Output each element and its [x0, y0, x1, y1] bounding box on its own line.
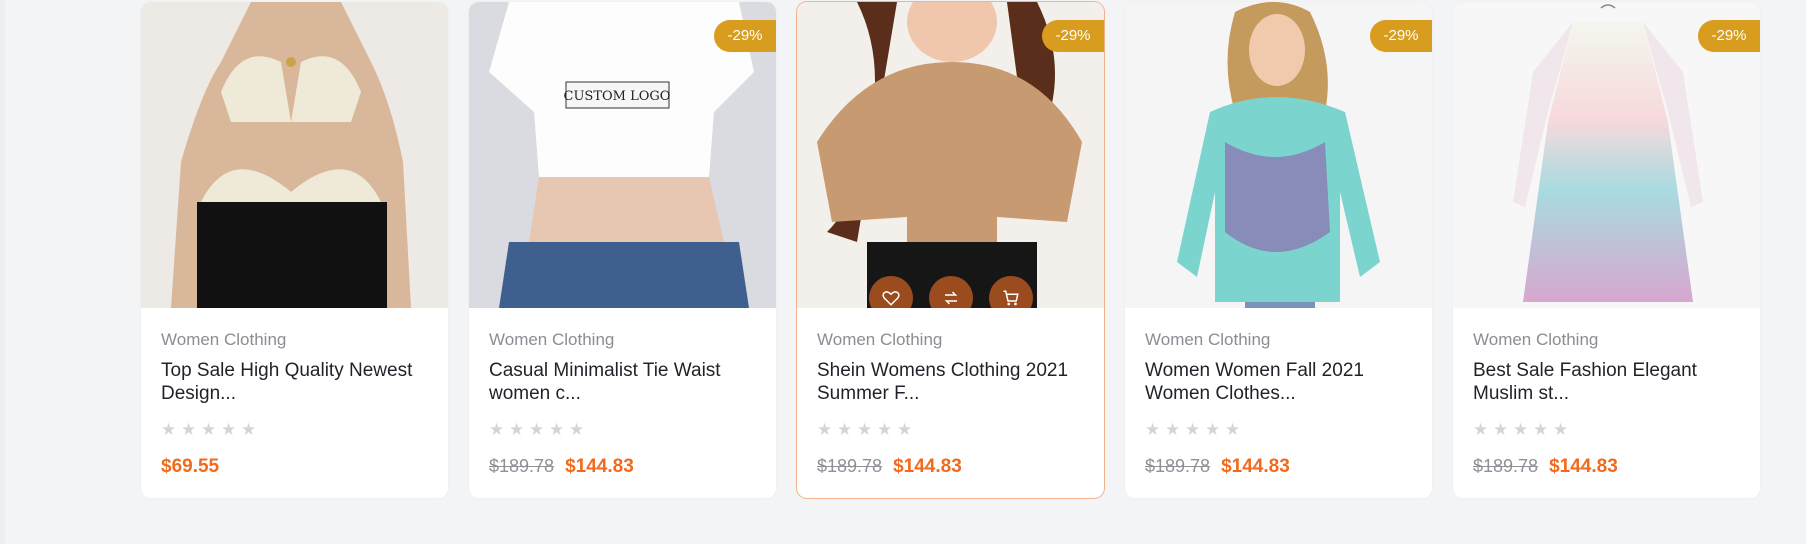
discount-badge: -29% [1370, 20, 1432, 52]
star-icon: ★ [1473, 420, 1489, 439]
star-icon: ★ [1185, 420, 1201, 439]
rating-stars: ★ ★ ★ ★ ★ [1145, 421, 1412, 439]
product-card[interactable]: Women Clothing Top Sale High Quality New… [141, 2, 448, 498]
star-icon: ★ [241, 420, 257, 439]
discount-badge: -29% [714, 20, 776, 52]
star-icon: ★ [1493, 420, 1509, 439]
compare-button[interactable] [929, 276, 973, 308]
price-row: $189.78 $144.83 [817, 456, 1084, 478]
star-icon: ★ [201, 420, 217, 439]
star-icon: ★ [837, 420, 853, 439]
rating-stars: ★ ★ ★ ★ ★ [161, 421, 428, 439]
product-category[interactable]: Women Clothing [817, 328, 1084, 352]
wishlist-button[interactable] [869, 276, 913, 308]
left-edge [0, 0, 5, 544]
star-icon: ★ [897, 420, 913, 439]
product-title[interactable]: Women Women Fall 2021 Women Clothes... [1145, 359, 1412, 405]
product-title-line: Women Clothes... [1145, 383, 1296, 404]
product-title[interactable]: Top Sale High Quality Newest Design... [161, 359, 428, 405]
product-image[interactable] [141, 2, 448, 308]
cart-icon [1003, 290, 1019, 306]
product-card[interactable]: -29% Women Clothing Shein Womens Clothin… [797, 2, 1104, 498]
product-title-line: Muslim st... [1473, 383, 1570, 404]
product-title[interactable]: Shein Womens Clothing 2021 Summer F... [817, 359, 1084, 405]
star-icon: ★ [181, 420, 197, 439]
price-row: $69.55 [161, 456, 428, 478]
add-to-cart-button[interactable] [989, 276, 1033, 308]
product-image[interactable]: CUSTOM LOGO -29% [469, 2, 776, 308]
product-title-line: women c... [489, 383, 581, 404]
product-title-line: Casual Minimalist Tie Waist [489, 360, 721, 381]
heart-icon [882, 291, 900, 306]
star-icon: ★ [857, 420, 873, 439]
star-icon: ★ [1145, 420, 1161, 439]
original-price: $189.78 [489, 456, 555, 476]
star-icon: ★ [1205, 420, 1221, 439]
star-icon: ★ [509, 420, 525, 439]
price-row: $189.78 $144.83 [489, 456, 756, 478]
sale-price: $69.55 [161, 456, 220, 477]
sale-price: $144.83 [565, 456, 634, 477]
rating-stars: ★ ★ ★ ★ ★ [489, 421, 756, 439]
product-category[interactable]: Women Clothing [1145, 328, 1412, 352]
product-title[interactable]: Casual Minimalist Tie Waist women c... [489, 359, 756, 405]
original-price: $189.78 [1473, 456, 1539, 476]
product-image[interactable]: -29% [1453, 2, 1760, 308]
compare-icon [944, 291, 958, 305]
star-icon: ★ [489, 420, 505, 439]
product-image[interactable]: -29% [1125, 2, 1432, 308]
sale-price: $144.83 [893, 456, 962, 477]
product-title-line: Design... [161, 383, 236, 404]
star-icon: ★ [1513, 420, 1529, 439]
product-grid: Women Clothing Top Sale High Quality New… [141, 2, 1760, 498]
product-title-line: Summer F... [817, 383, 920, 404]
product-card[interactable]: -29% Women Clothing Best Sale Fashion El… [1453, 2, 1760, 498]
original-price: $189.78 [817, 456, 883, 476]
price-row: $189.78 $144.83 [1145, 456, 1412, 478]
star-icon: ★ [1225, 420, 1241, 439]
star-icon: ★ [1533, 420, 1549, 439]
product-category[interactable]: Women Clothing [489, 328, 756, 352]
star-icon: ★ [569, 420, 585, 439]
rating-stars: ★ ★ ★ ★ ★ [817, 421, 1084, 439]
star-icon: ★ [817, 420, 833, 439]
star-icon: ★ [549, 420, 565, 439]
star-icon: ★ [529, 420, 545, 439]
product-title-line: Women Women Fall 2021 [1145, 360, 1364, 381]
custom-logo-text: CUSTOM LOGO [564, 89, 671, 104]
product-category[interactable]: Women Clothing [161, 328, 428, 352]
product-title[interactable]: Best Sale Fashion Elegant Muslim st... [1473, 359, 1740, 405]
product-category[interactable]: Women Clothing [1473, 328, 1740, 352]
price-row: $189.78 $144.83 [1473, 456, 1740, 478]
product-title-line: Shein Womens Clothing 2021 [817, 360, 1069, 381]
star-icon: ★ [161, 420, 177, 439]
discount-badge: -29% [1698, 20, 1760, 52]
discount-badge: -29% [1042, 20, 1104, 52]
star-icon: ★ [877, 420, 893, 439]
sale-price: $144.83 [1549, 456, 1618, 477]
star-icon: ★ [221, 420, 237, 439]
quick-actions [869, 276, 1033, 308]
star-icon: ★ [1165, 420, 1181, 439]
product-image[interactable]: -29% [797, 2, 1104, 308]
product-card[interactable]: CUSTOM LOGO -29% Women Clothing Casual M… [469, 2, 776, 498]
rating-stars: ★ ★ ★ ★ ★ [1473, 421, 1740, 439]
product-card[interactable]: -29% Women Clothing Women Women Fall 202… [1125, 2, 1432, 498]
product-title-line: Best Sale Fashion Elegant [1473, 360, 1697, 381]
product-title-line: Top Sale High Quality Newest [161, 360, 413, 381]
sale-price: $144.83 [1221, 456, 1290, 477]
star-icon: ★ [1553, 420, 1569, 439]
original-price: $189.78 [1145, 456, 1211, 476]
